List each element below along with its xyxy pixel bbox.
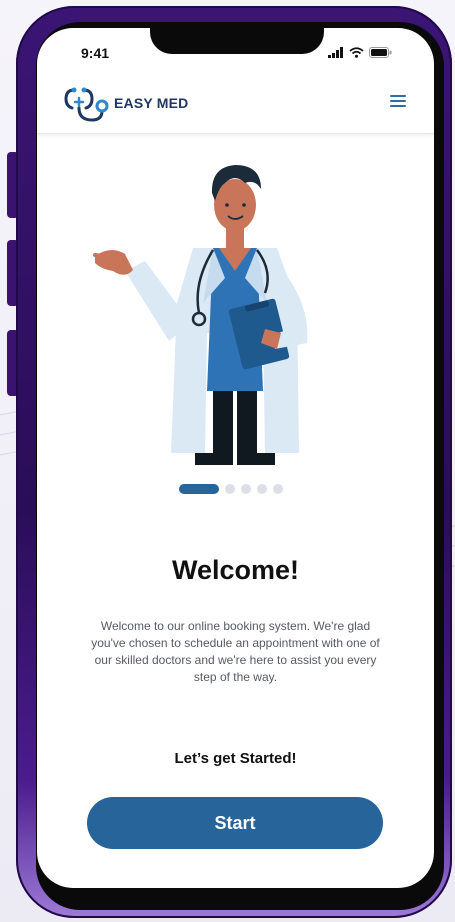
battery-icon — [369, 47, 392, 58]
welcome-description: Welcome to our online booking system. We… — [91, 619, 380, 684]
doctor-illustration — [93, 165, 308, 465]
app-header: EASY MED — [37, 78, 434, 134]
showcase-background: 9:41 EASY MED Welcome! Welcome to our on… — [0, 0, 455, 922]
carousel-dot-3[interactable] — [241, 484, 251, 494]
welcome-title: Welcome! — [171, 555, 300, 585]
stethoscope-logo-icon — [64, 87, 109, 122]
status-time: 9:41 — [81, 45, 110, 61]
brand-logo[interactable]: EASY MED — [62, 82, 188, 124]
phone-screen: 9:41 EASY MED Welcome! Welcome to our on… — [37, 28, 434, 888]
carousel-dot-5[interactable] — [273, 484, 283, 494]
hamburger-menu-icon[interactable] — [390, 95, 406, 107]
carousel-dot-4[interactable] — [257, 484, 267, 494]
status-icons — [328, 47, 392, 58]
carousel-pagination — [179, 484, 283, 494]
carousel-dot-1[interactable] — [179, 484, 219, 494]
phone-notch — [150, 28, 324, 54]
get-started-subtitle: Let’s get Started! — [174, 750, 297, 767]
wifi-icon — [349, 47, 364, 58]
signal-icon — [328, 47, 343, 58]
start-button[interactable]: Start — [87, 797, 383, 849]
brand-name: EASY MED — [114, 95, 189, 111]
carousel-dot-2[interactable] — [225, 484, 235, 494]
